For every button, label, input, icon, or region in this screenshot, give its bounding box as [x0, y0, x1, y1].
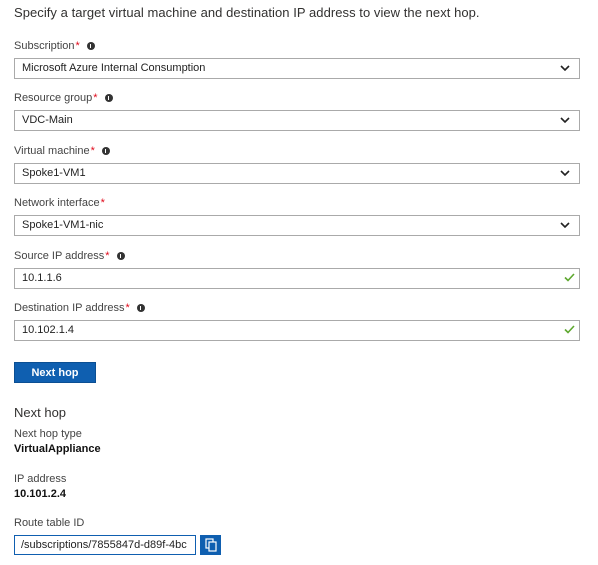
subscription-label: Subscription — [14, 40, 75, 52]
intro-text: Specify a target virtual machine and des… — [14, 5, 480, 20]
source-ip-label: Source IP address — [14, 250, 105, 262]
ip-address-label: IP address — [14, 473, 67, 485]
destination-ip-value: 10.102.1.4 — [22, 324, 74, 336]
virtual-machine-label: Virtual machine — [14, 145, 90, 157]
required-marker: * — [90, 145, 95, 157]
result-section-title: Next hop — [14, 405, 67, 420]
network-interface-label: Network interface — [14, 197, 100, 209]
info-icon[interactable] — [104, 94, 113, 102]
network-interface-dropdown[interactable]: Spoke1-VM1-nic — [14, 215, 580, 236]
required-marker: * — [93, 92, 98, 104]
virtual-machine-label-row: Virtual machine * — [14, 144, 580, 158]
virtual-machine-value: Spoke1-VM1 — [22, 167, 86, 179]
virtual-machine-field: Virtual machine * Spoke1-VM1 — [14, 144, 580, 184]
info-icon[interactable] — [116, 252, 125, 260]
destination-ip-field: Destination IP address * 10.102.1.4 — [14, 301, 580, 341]
checkmark-icon — [564, 325, 575, 334]
chevron-down-icon — [560, 117, 570, 123]
route-table-id-value: /subscriptions/7855847d-d89f-4bc — [21, 539, 187, 551]
network-interface-label-row: Network interface * — [14, 196, 580, 210]
resource-group-value: VDC-Main — [22, 114, 73, 126]
source-ip-input[interactable]: 10.1.1.6 — [14, 268, 580, 289]
subscription-value: Microsoft Azure Internal Consumption — [22, 62, 206, 74]
info-icon[interactable] — [136, 304, 145, 312]
ip-address-value: 10.101.2.4 — [14, 488, 66, 500]
checkmark-icon — [564, 273, 575, 282]
network-interface-value: Spoke1-VM1-nic — [22, 219, 104, 231]
subscription-dropdown[interactable]: Microsoft Azure Internal Consumption — [14, 58, 580, 79]
destination-ip-label: Destination IP address — [14, 302, 125, 314]
route-table-id-label: Route table ID — [14, 517, 85, 529]
destination-ip-input[interactable]: 10.102.1.4 — [14, 320, 580, 341]
copy-icon — [205, 538, 217, 552]
required-marker: * — [105, 250, 110, 262]
next-hop-type-value: VirtualAppliance — [14, 443, 101, 455]
copy-button[interactable] — [200, 535, 221, 555]
chevron-down-icon — [560, 222, 570, 228]
next-hop-button[interactable]: Next hop — [14, 362, 96, 383]
required-marker: * — [75, 40, 80, 52]
source-ip-label-row: Source IP address * — [14, 249, 580, 263]
info-icon[interactable] — [101, 147, 110, 155]
network-interface-field: Network interface * Spoke1-VM1-nic — [14, 196, 580, 236]
info-icon[interactable] — [86, 42, 95, 50]
required-marker: * — [125, 302, 130, 314]
source-ip-field: Source IP address * 10.1.1.6 — [14, 249, 580, 289]
virtual-machine-dropdown[interactable]: Spoke1-VM1 — [14, 163, 580, 184]
resource-group-dropdown[interactable]: VDC-Main — [14, 110, 580, 131]
resource-group-label-row: Resource group * — [14, 91, 580, 105]
subscription-label-row: Subscription * — [14, 39, 580, 53]
source-ip-value: 10.1.1.6 — [22, 272, 62, 284]
resource-group-label: Resource group — [14, 92, 93, 104]
next-hop-type-label: Next hop type — [14, 428, 82, 440]
chevron-down-icon — [560, 170, 570, 176]
required-marker: * — [100, 197, 105, 209]
subscription-field: Subscription * Microsoft Azure Internal C… — [14, 39, 580, 79]
resource-group-field: Resource group * VDC-Main — [14, 91, 580, 131]
chevron-down-icon — [560, 65, 570, 71]
route-table-id-field[interactable]: /subscriptions/7855847d-d89f-4bc — [14, 535, 196, 555]
destination-ip-label-row: Destination IP address * — [14, 301, 580, 315]
